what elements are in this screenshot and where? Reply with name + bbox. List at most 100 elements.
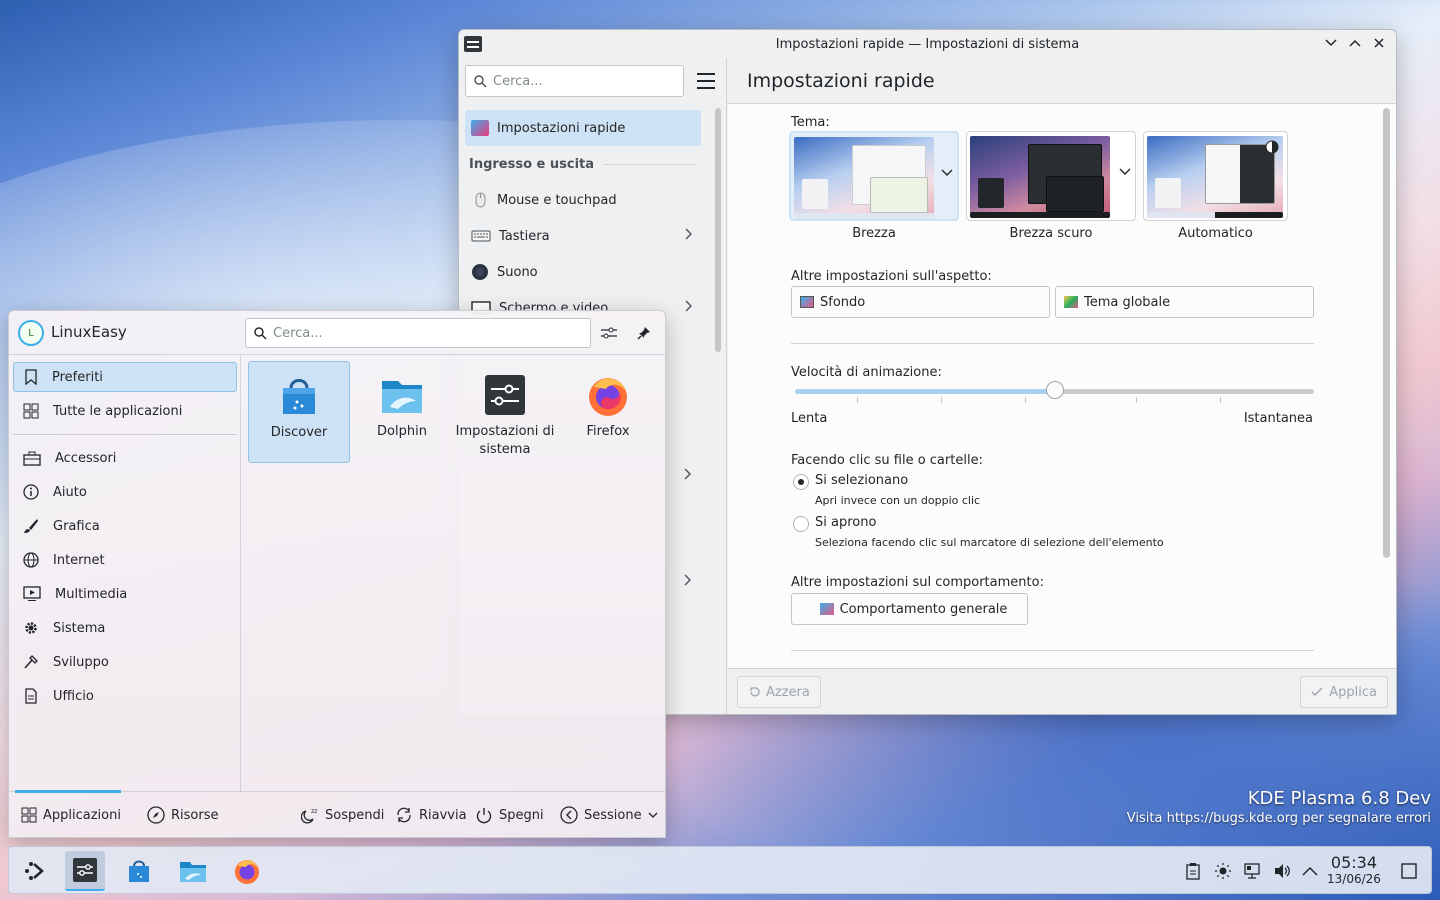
category-system[interactable]: Sistema [13, 613, 237, 643]
category-multimedia[interactable]: Multimedia [13, 579, 237, 609]
network-icon[interactable] [1242, 861, 1262, 881]
power-icon [476, 808, 492, 824]
tab-applications[interactable]: Applicazioni [21, 805, 121, 825]
pin-icon[interactable] [633, 322, 655, 344]
apply-button[interactable]: Applica [1300, 676, 1388, 708]
chevron-down-icon [1325, 39, 1337, 47]
tab-resources[interactable]: Risorse [147, 805, 219, 825]
hamburger-menu-icon[interactable] [697, 73, 715, 89]
sidebar-item-sound[interactable]: Suono [465, 254, 701, 290]
watermark-title: KDE Plasma 6.8 Dev [1247, 788, 1431, 809]
category-list: Preferiti Tutte le applicazioni Accessor… [9, 355, 241, 791]
brightness-icon[interactable] [1213, 861, 1233, 881]
taskbar-system-settings[interactable] [65, 851, 105, 891]
settings-app-icon[interactable] [464, 36, 482, 52]
contrast-icon [1265, 140, 1279, 154]
shutdown-button[interactable]: Spegni [475, 805, 544, 825]
taskbar-firefox[interactable] [227, 851, 267, 891]
mouse-icon [475, 192, 486, 208]
radio-open-label[interactable]: Si aprono [815, 515, 876, 530]
theme-preview-automatic [1147, 136, 1283, 218]
restart-button[interactable]: Riavvia [395, 805, 467, 825]
taskbar-discover[interactable] [119, 851, 159, 891]
volume-icon[interactable] [1272, 861, 1292, 881]
theme-card-breeze[interactable] [789, 131, 959, 221]
category-accessories[interactable]: Accessori [13, 443, 237, 473]
document-icon [25, 688, 37, 704]
app-dolphin[interactable]: Dolphin [351, 361, 453, 463]
grid-icon [21, 807, 37, 823]
launcher-button[interactable] [15, 851, 55, 891]
launcher-search-input[interactable] [273, 325, 563, 341]
watermark-subtitle: Visita https://bugs.kde.org per segnalar… [1126, 811, 1431, 826]
system-settings-icon [483, 373, 527, 417]
chevron-up-icon [1349, 39, 1361, 47]
sidebar-item-quick-settings[interactable]: Impostazioni rapide [465, 110, 701, 146]
taskbar-dolphin[interactable] [173, 851, 213, 891]
theme-card-breeze-dark[interactable] [966, 131, 1136, 221]
settings-search-input[interactable] [493, 73, 663, 89]
suspend-button[interactable]: zz Sospendi [301, 805, 384, 825]
sidebar-item-keyboard[interactable]: Tastiera [465, 218, 701, 254]
category-office[interactable]: Ufficio [13, 681, 237, 711]
radio-open-desc: Seleziona facendo clic sul marcatore di … [815, 536, 1164, 549]
category-help[interactable]: Aiuto [13, 477, 237, 507]
general-behavior-button[interactable]: Comportamento generale [791, 593, 1028, 625]
user-name: LinuxEasy [51, 323, 127, 341]
compass-icon [147, 806, 165, 824]
clipboard-icon[interactable] [1183, 861, 1203, 881]
session-icon [560, 806, 578, 824]
discover-icon [129, 860, 149, 882]
radio-open[interactable] [793, 516, 809, 532]
theme-label: Tema: [791, 115, 830, 130]
app-firefox[interactable]: Firefox [557, 361, 659, 463]
brush-icon [24, 519, 38, 533]
settings-search-field[interactable] [465, 65, 684, 97]
wallpaper-button[interactable]: Sfondo [791, 286, 1050, 318]
app-system-settings[interactable]: Impostazioni di sistema [454, 361, 556, 463]
chevron-down-icon[interactable] [941, 169, 953, 177]
radio-select-label[interactable]: Si selezionano [815, 473, 908, 488]
toolbox-icon [23, 451, 41, 466]
theme-name-breeze-dark: Brezza scuro [1009, 226, 1093, 241]
window-title: Impostazioni rapide — Impostazioni di si… [775, 36, 1080, 52]
reset-button[interactable]: Azzera [737, 676, 821, 708]
theme-name-breeze: Brezza [852, 226, 896, 241]
launcher-search-field[interactable] [245, 318, 591, 348]
checkmark-icon [1311, 687, 1323, 696]
theme-card-automatic[interactable] [1143, 131, 1288, 221]
close-icon [1374, 38, 1384, 48]
show-desktop-icon[interactable] [1399, 861, 1419, 881]
clock[interactable]: 05:34 13/06/26 [1327, 853, 1381, 886]
category-all-apps[interactable]: Tutte le applicazioni [13, 396, 237, 426]
global-theme-button[interactable]: Tema globale [1055, 286, 1314, 318]
avatar[interactable]: L [18, 320, 44, 346]
sidebar-scrollbar[interactable] [715, 108, 721, 352]
chevron-down-icon[interactable] [1119, 168, 1131, 176]
app-discover[interactable]: Discover [248, 361, 350, 463]
sidebar-item-mouse[interactable]: Mouse e touchpad [465, 182, 701, 218]
radio-select[interactable] [793, 474, 809, 490]
category-development[interactable]: Sviluppo [13, 647, 237, 677]
chevron-right-icon [685, 300, 692, 312]
undo-icon [750, 687, 760, 697]
category-internet[interactable]: Internet [13, 545, 237, 575]
animation-speed-label: Velocità di animazione: [791, 365, 942, 380]
restart-icon [397, 807, 411, 823]
clock-date: 13/06/26 [1327, 872, 1381, 886]
category-favorites[interactable]: Preferiti [13, 362, 237, 392]
configure-icon[interactable] [598, 322, 620, 344]
minimize-button[interactable] [1322, 34, 1340, 52]
content-scrollbar[interactable] [1383, 108, 1390, 558]
general-behavior-icon [819, 603, 834, 615]
kde-launcher-icon [25, 862, 44, 880]
close-button[interactable] [1370, 34, 1388, 52]
slider-handle[interactable] [1045, 381, 1064, 399]
chevron-down-icon [648, 812, 658, 818]
tray-expand-icon[interactable] [1300, 861, 1320, 881]
session-button[interactable]: Sessione [560, 805, 658, 825]
category-graphics[interactable]: Grafica [13, 511, 237, 541]
titlebar[interactable]: Impostazioni rapide — Impostazioni di si… [459, 30, 1396, 58]
grid-icon [23, 403, 39, 419]
maximize-button[interactable] [1346, 34, 1364, 52]
